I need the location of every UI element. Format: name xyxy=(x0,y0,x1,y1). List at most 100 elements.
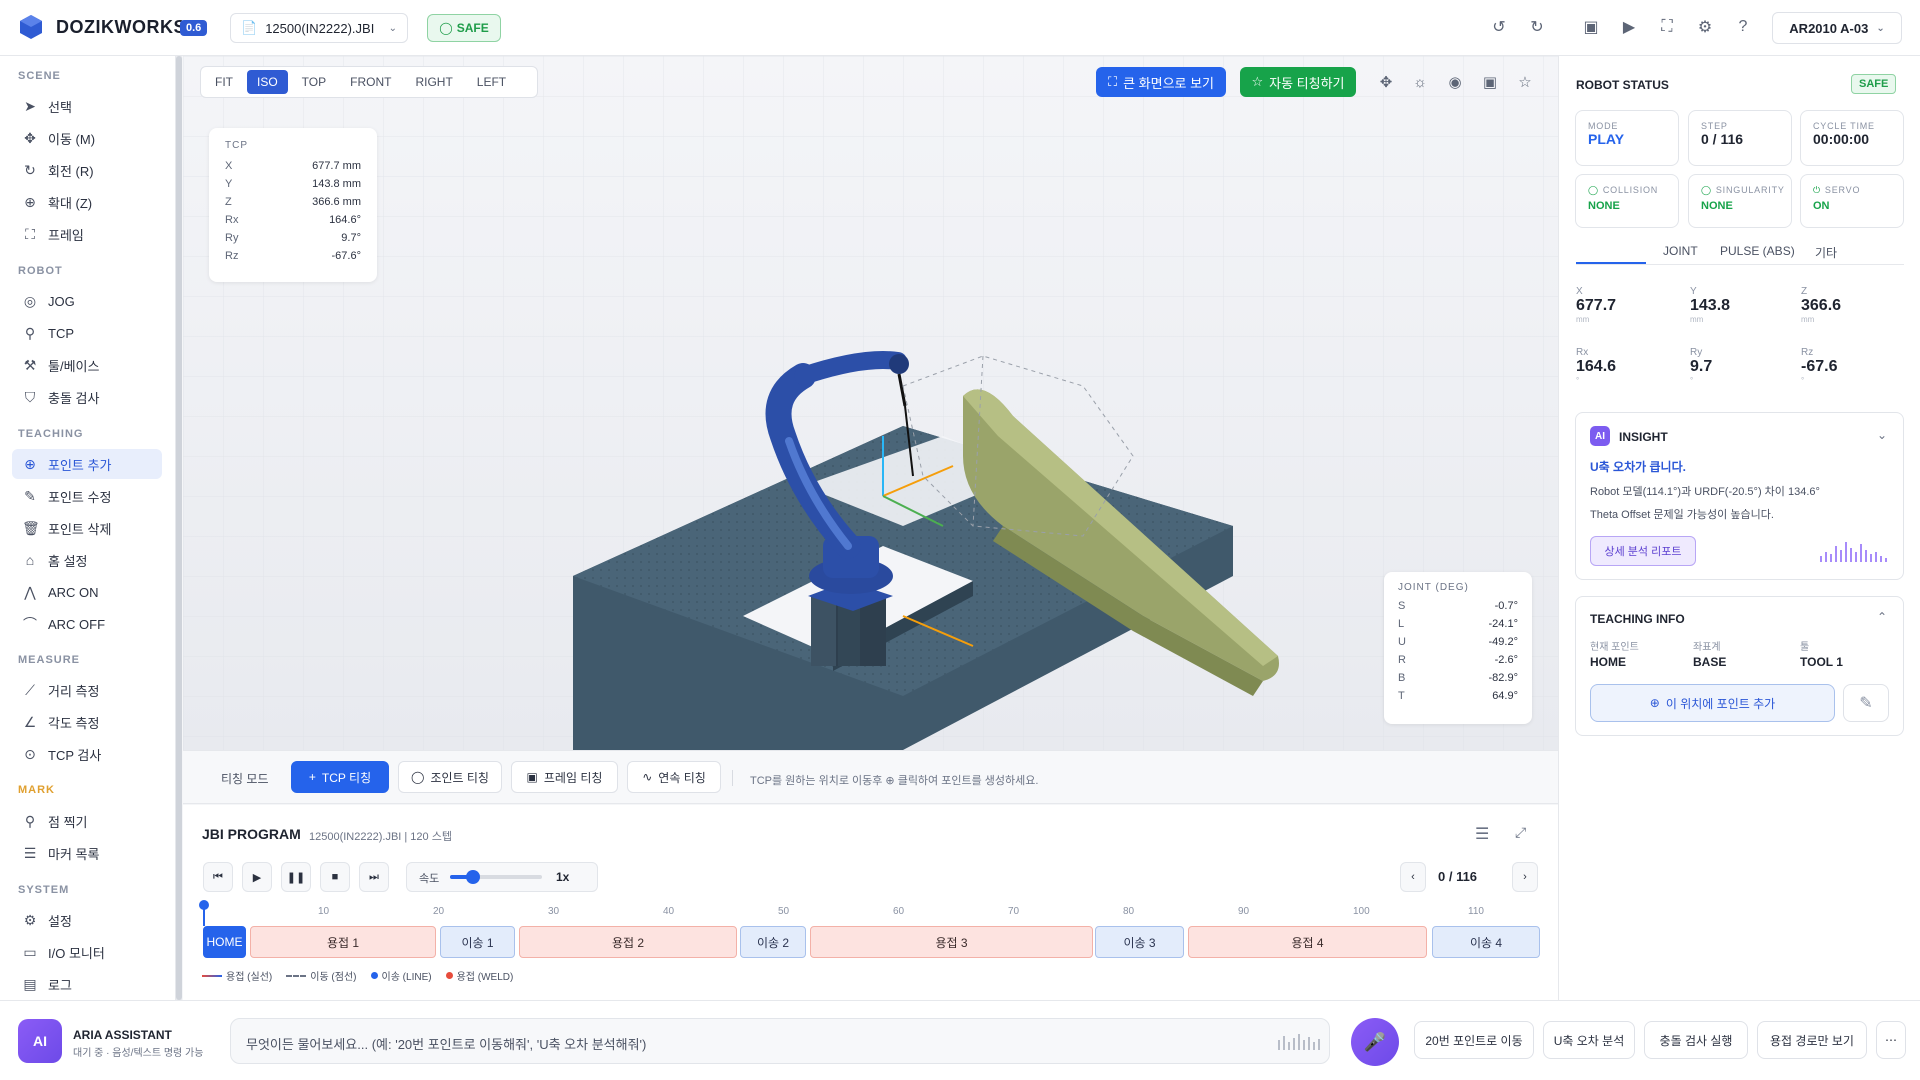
sidebar-item[interactable]: ⊙ TCP 검사 xyxy=(12,739,162,769)
sidebar-item[interactable]: ▤ 로그 xyxy=(12,969,162,999)
tcp-value: -67.6° xyxy=(331,250,361,262)
timeline-segment-move[interactable]: 이송 4 xyxy=(1432,926,1540,958)
axis-icon[interactable]: ✥ xyxy=(1376,72,1396,92)
timeline-segment-weld[interactable]: 용접 2 xyxy=(519,926,737,958)
sidebar-item[interactable]: ⋀ ARC ON xyxy=(12,577,162,607)
undo-icon[interactable]: ↺ xyxy=(1488,16,1510,38)
expand-icon[interactable]: ⤢ xyxy=(1515,824,1526,841)
camera-icon[interactable]: ▣ xyxy=(1580,16,1602,38)
3d-viewport[interactable] xyxy=(183,56,1558,750)
tool-value: TOOL 1 xyxy=(1800,655,1843,669)
sidebar-section-scene: SCENE xyxy=(18,70,61,82)
timeline-segment-weld[interactable]: 용접 4 xyxy=(1188,926,1427,958)
quick-weld-path-button[interactable]: 용접 경로만 보기 xyxy=(1757,1021,1867,1059)
sidebar-item[interactable]: ⚲ 점 찍기 xyxy=(12,806,162,836)
sidebar-scrollbar-thumb[interactable] xyxy=(176,56,182,1000)
speed-slider-knob[interactable] xyxy=(466,870,480,884)
tab-other[interactable]: 기타 xyxy=(1815,244,1837,261)
fullscreen-icon[interactable]: ⛶ xyxy=(1656,16,1678,38)
sidebar-item-label: JOG xyxy=(48,293,75,309)
quick-collision-check-button[interactable]: 충돌 검사 실행 xyxy=(1644,1021,1748,1059)
timeline-segment-weld[interactable]: 용접 3 xyxy=(810,926,1093,958)
timeline-segment-home[interactable]: HOME xyxy=(203,926,246,958)
sidebar-item[interactable]: ⚲ TCP xyxy=(12,318,162,348)
sidebar-item[interactable]: ⛉ 충돌 검사 xyxy=(12,382,162,412)
tab-view-left[interactable]: LEFT xyxy=(467,70,516,94)
skip-back-button[interactable]: ⏮ xyxy=(203,862,233,892)
favorite-icon[interactable]: ☆ xyxy=(1515,72,1535,92)
continuous-teach-button[interactable]: ∿ 연속 티칭 xyxy=(627,761,721,793)
tab-view-top[interactable]: TOP xyxy=(292,70,336,94)
sidebar-item[interactable]: ⌂ 홈 설정 xyxy=(12,545,162,575)
sidebar-item[interactable]: ⚙ 설정 xyxy=(12,905,162,935)
timeline-tick: 30 xyxy=(548,906,560,917)
more-options-button[interactable]: ⋯ xyxy=(1876,1021,1906,1059)
sidebar-item[interactable]: ⟋ 거리 측정 xyxy=(12,675,162,705)
microphone-button[interactable]: 🎤 xyxy=(1351,1018,1399,1066)
help-icon[interactable]: ? xyxy=(1732,16,1754,38)
sidebar-item[interactable]: ◎ JOG xyxy=(12,286,162,316)
timeline-segment-weld[interactable]: 용접 1 xyxy=(250,926,436,958)
tab-view-iso[interactable]: ISO xyxy=(247,70,288,94)
video-icon[interactable]: ▶ xyxy=(1618,16,1640,38)
quick-move-20-button[interactable]: 20번 포인트로 이동 xyxy=(1414,1021,1534,1059)
sidebar-item[interactable]: 🗑 포인트 삭제 xyxy=(12,513,162,543)
timeline-segment-move[interactable]: 이송 1 xyxy=(440,926,515,958)
menu-icon[interactable]: ☰ xyxy=(1475,824,1489,844)
tool-label: 툴 xyxy=(1800,642,1810,653)
gear-icon: ⚙ xyxy=(23,911,37,928)
timeline-segment-move[interactable]: 이송 3 xyxy=(1095,926,1184,958)
tab-view-right[interactable]: RIGHT xyxy=(405,70,462,94)
sidebar-item[interactable]: ⛶ 프레임 xyxy=(12,219,162,249)
next-step-button[interactable]: › xyxy=(1512,862,1538,892)
detail-report-button[interactable]: 상세 분석 리포트 xyxy=(1590,536,1696,566)
sidebar-item[interactable]: ↻ 회전 (R) xyxy=(12,155,162,185)
stop-button[interactable]: ■ xyxy=(320,862,350,892)
tab-joint[interactable]: JOINT xyxy=(1663,244,1698,258)
add-point-here-button[interactable]: ⊕ 이 위치에 포인트 추가 xyxy=(1590,684,1835,722)
gear-icon[interactable]: ⚙ xyxy=(1694,16,1716,38)
chevron-up-icon[interactable]: ⌃ xyxy=(1877,610,1887,624)
sidebar-item[interactable]: ✥ 이동 (M) xyxy=(12,123,162,153)
tab-view-fit[interactable]: FIT xyxy=(205,70,243,94)
fullscreen-view-button[interactable]: ⛶ 큰 화면으로 보기 xyxy=(1096,67,1226,97)
tcp-teach-button[interactable]: + TCP 티칭 xyxy=(291,761,389,793)
sidebar-item[interactable]: ⌒ ARC OFF xyxy=(12,609,162,639)
eye-icon[interactable]: ◉ xyxy=(1445,72,1465,92)
sidebar-item-label: I/O 모니터 xyxy=(48,945,105,961)
robot-selector[interactable]: AR2010 A-03 ⌄ xyxy=(1772,12,1902,44)
redo-icon[interactable]: ↻ xyxy=(1526,16,1548,38)
sidebar-item[interactable]: ✎ 포인트 수정 xyxy=(12,481,162,511)
light-icon[interactable]: ☼ xyxy=(1410,72,1430,92)
timeline-segment-move[interactable]: 이송 2 xyxy=(740,926,806,958)
snapshot-icon[interactable]: ▣ xyxy=(1480,72,1500,92)
sidebar-item[interactable]: ∠ 각도 측정 xyxy=(12,707,162,737)
mode-card: MODE PLAY xyxy=(1575,110,1679,166)
sidebar-item[interactable]: ⊕ 확대 (Z) xyxy=(12,187,162,217)
3d-scene[interactable] xyxy=(183,56,1558,750)
playhead-handle[interactable] xyxy=(199,900,209,910)
file-selector[interactable]: 📄 12500(IN2222).JBI ⌄ xyxy=(230,13,408,43)
sidebar-item[interactable]: ▭ I/O 모니터 xyxy=(12,937,162,967)
chevron-down-icon: ⌄ xyxy=(1876,22,1885,34)
sidebar-item[interactable]: ⊕ 포인트 추가 xyxy=(12,449,162,479)
prev-step-button[interactable]: ‹ xyxy=(1400,862,1426,892)
sidebar-item[interactable]: ☰ 마커 목록 xyxy=(12,838,162,868)
sidebar-item[interactable]: ➤ 선택 xyxy=(12,91,162,121)
skip-forward-button[interactable]: ⏭ xyxy=(359,862,389,892)
coord-unit: ° xyxy=(1576,376,1580,385)
quick-u-axis-analysis-button[interactable]: U축 오차 분석 xyxy=(1543,1021,1635,1059)
tab-pulse[interactable]: PULSE (ABS) xyxy=(1720,244,1795,258)
speed-slider[interactable] xyxy=(450,870,542,884)
play-button[interactable]: ▶ xyxy=(242,862,272,892)
pause-button[interactable]: ❚❚ xyxy=(281,862,311,892)
auto-teach-button[interactable]: ☆ 자동 티칭하기 xyxy=(1240,67,1356,97)
sidebar-item[interactable]: ⚒ 툴/베이스 xyxy=(12,350,162,380)
joint-value: -0.7° xyxy=(1494,600,1518,612)
frame-teach-button[interactable]: ▣ 프레임 티칭 xyxy=(511,761,618,793)
tab-view-front[interactable]: FRONT xyxy=(340,70,401,94)
chevron-down-icon[interactable]: ⌄ xyxy=(1877,428,1887,442)
coord-value: 143.8 xyxy=(1690,297,1731,314)
edit-point-button[interactable]: ✎ xyxy=(1843,684,1889,722)
joint-teach-button[interactable]: ◯ 조인트 티칭 xyxy=(398,761,502,793)
